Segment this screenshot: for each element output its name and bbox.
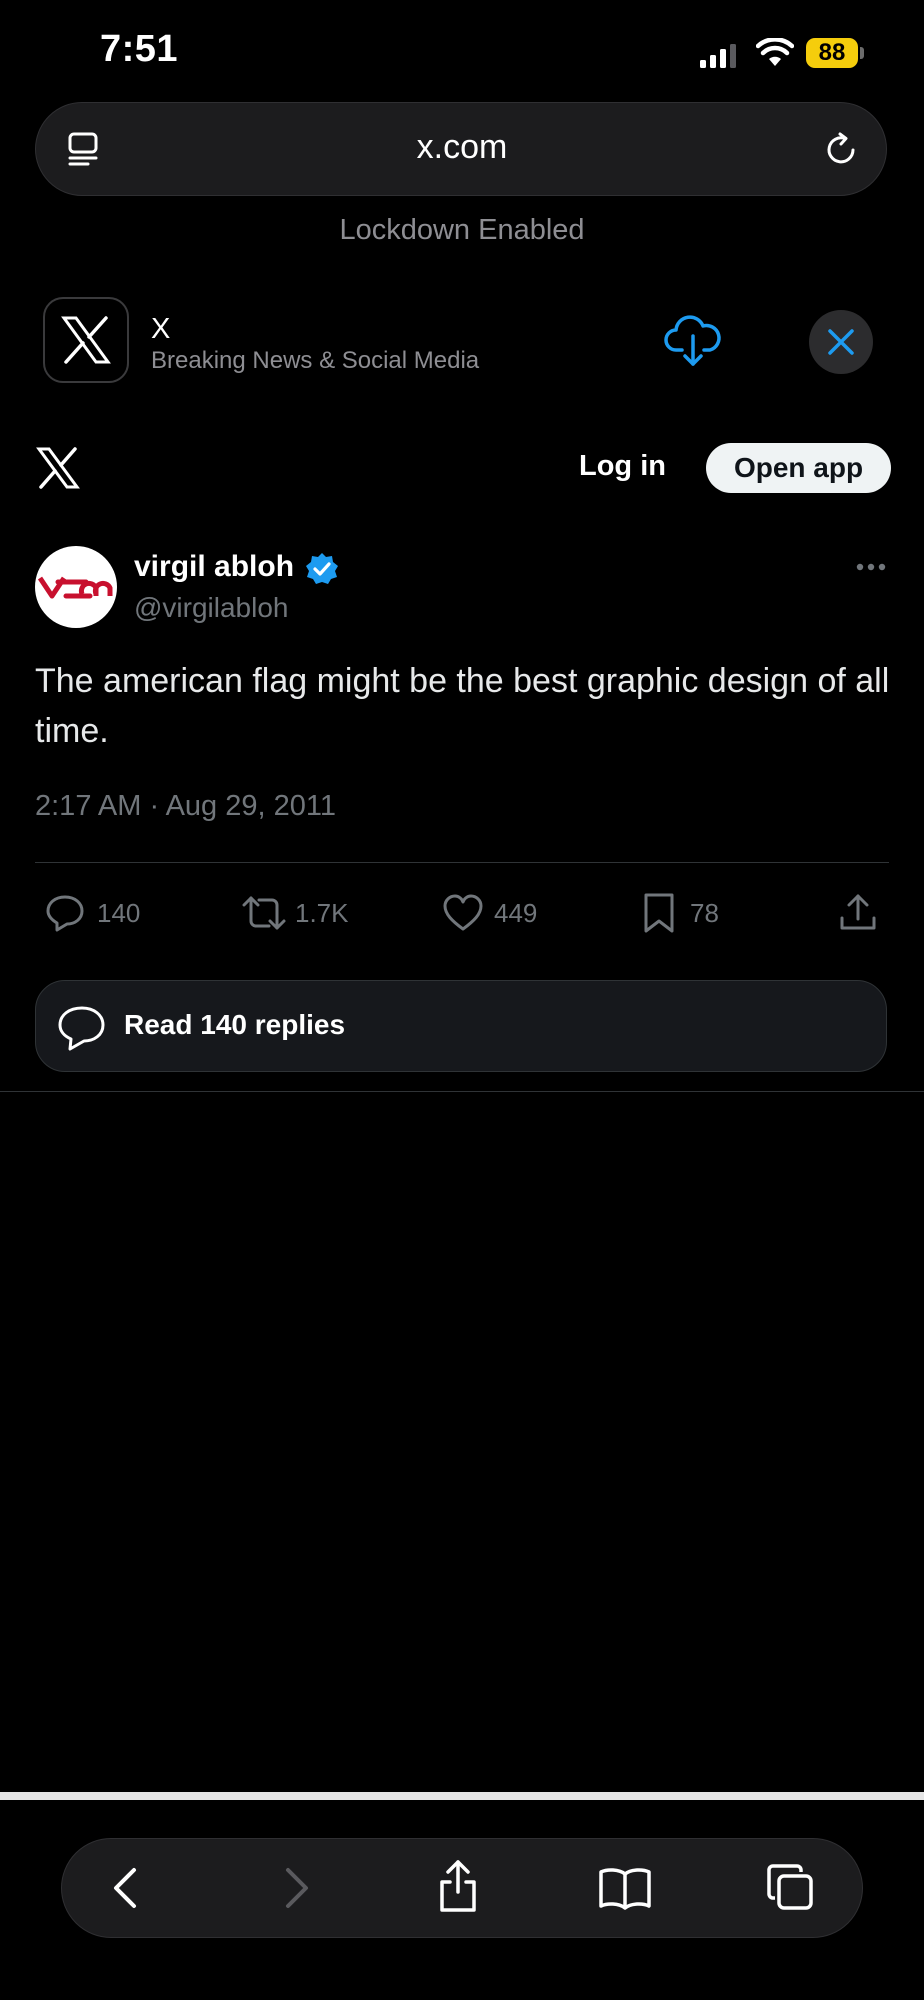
close-icon <box>828 329 854 355</box>
like-icon[interactable] <box>442 894 484 932</box>
forward-icon[interactable] <box>280 1866 312 1910</box>
tweet-display-name[interactable]: virgil abloh <box>134 550 294 584</box>
x-logo-icon[interactable] <box>36 446 80 490</box>
verified-badge-icon <box>305 552 339 586</box>
app-banner-subtitle: Breaking News & Social Media <box>151 347 480 374</box>
bookmark-count: 78 <box>690 898 719 928</box>
like-count: 449 <box>494 898 538 928</box>
divider <box>35 862 889 863</box>
read-replies-label[interactable]: Read 140 replies <box>124 1009 345 1041</box>
avatar-logo-image <box>38 576 113 599</box>
back-icon[interactable] <box>110 1866 142 1910</box>
share-sheet-icon[interactable] <box>436 1858 480 1914</box>
battery-nub <box>860 47 864 59</box>
replies-bubble-icon <box>56 1004 108 1052</box>
cloud-download-icon[interactable] <box>664 312 722 370</box>
tweet-timestamp[interactable]: 2:17 AM · Aug 29, 2011 <box>35 790 336 823</box>
tweet-handle[interactable]: @virgilabloh <box>134 592 289 624</box>
url-text[interactable]: x.com <box>0 128 924 167</box>
reply-icon[interactable] <box>45 893 85 933</box>
toolbar-separator <box>0 1792 924 1800</box>
tweet-text: The american flag might be the best grap… <box>35 662 890 750</box>
avatar[interactable] <box>35 546 117 628</box>
reply-count: 140 <box>97 898 141 928</box>
signal-icon <box>700 44 738 68</box>
bookmark-icon[interactable] <box>642 892 676 934</box>
repost-icon[interactable] <box>241 893 287 933</box>
status-time: 7:51 <box>100 28 179 70</box>
battery-level: 88 <box>806 38 858 68</box>
x-logo-icon <box>61 316 111 364</box>
lockdown-notice: Lockdown Enabled <box>339 214 585 246</box>
tabs-icon[interactable] <box>765 1862 815 1912</box>
bookmarks-book-icon[interactable] <box>597 1866 653 1910</box>
repost-count: 1.7K <box>295 898 349 928</box>
more-icon[interactable] <box>856 556 886 578</box>
app-banner-name: X <box>151 313 171 345</box>
wifi-icon <box>756 38 794 68</box>
login-link[interactable]: Log in <box>579 450 666 483</box>
close-banner-button[interactable] <box>809 310 873 374</box>
app-icon[interactable] <box>43 297 129 383</box>
reload-icon[interactable] <box>823 131 859 167</box>
section-divider <box>0 1091 924 1092</box>
open-app-button[interactable]: Open app <box>706 443 891 493</box>
share-icon[interactable] <box>838 892 878 932</box>
